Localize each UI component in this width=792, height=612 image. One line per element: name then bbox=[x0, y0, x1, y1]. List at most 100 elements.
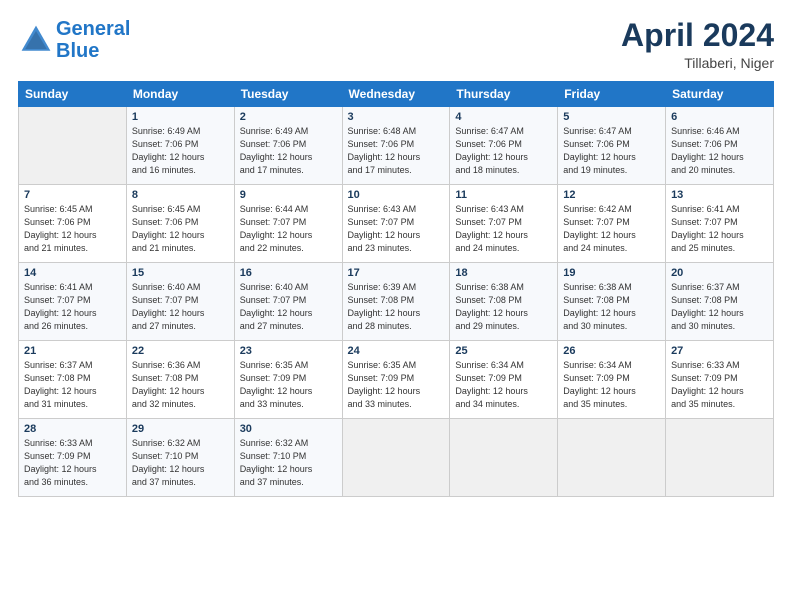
day-cell: 19Sunrise: 6:38 AMSunset: 7:08 PMDayligh… bbox=[558, 263, 666, 341]
day-number: 13 bbox=[671, 189, 768, 201]
day-number: 3 bbox=[348, 111, 445, 123]
logo: GeneralBlue bbox=[18, 18, 130, 62]
day-number: 5 bbox=[563, 111, 660, 123]
logo-text: GeneralBlue bbox=[56, 18, 130, 62]
day-number: 2 bbox=[240, 111, 337, 123]
day-info: Sunrise: 6:43 AMSunset: 7:07 PMDaylight:… bbox=[348, 203, 445, 255]
day-cell: 30 Sunrise: 6:32 AMSunset: 7:10 PMDayligh… bbox=[234, 419, 342, 497]
day-number: 6 bbox=[671, 111, 768, 123]
day-number: 10 bbox=[348, 189, 445, 201]
calendar-table: Sunday Monday Tuesday Wednesday Thursday… bbox=[18, 81, 774, 497]
col-tuesday: Tuesday bbox=[234, 82, 342, 107]
day-cell: 2 Sunrise: 6:49 AMSunset: 7:06 PMDaylight… bbox=[234, 107, 342, 185]
location: Tillaberi, Niger bbox=[621, 55, 774, 71]
day-cell: 3Sunrise: 6:48 AMSunset: 7:06 PMDaylight… bbox=[342, 107, 450, 185]
day-cell: 4Sunrise: 6:47 AMSunset: 7:06 PMDaylight… bbox=[450, 107, 558, 185]
day-number: 27 bbox=[671, 345, 768, 357]
day-cell: 12Sunrise: 6:42 AMSunset: 7:07 PMDayligh… bbox=[558, 185, 666, 263]
title-block: April 2024 Tillaberi, Niger bbox=[621, 18, 774, 71]
day-cell: 15Sunrise: 6:40 AMSunset: 7:07 PMDayligh… bbox=[126, 263, 234, 341]
day-cell: 28 Sunrise: 6:33 AMSunset: 7:09 PMDayligh… bbox=[19, 419, 127, 497]
day-info: Sunrise: 6:49 AMSunset: 7:06 PMDaylight:… bbox=[132, 125, 229, 177]
header-row: Sunday Monday Tuesday Wednesday Thursday… bbox=[19, 82, 774, 107]
day-cell: 6 Sunrise: 6:46 AMSunset: 7:06 PMDaylight… bbox=[666, 107, 774, 185]
day-number: 1 bbox=[132, 111, 229, 123]
day-cell bbox=[450, 419, 558, 497]
logo-icon bbox=[18, 22, 54, 58]
day-cell bbox=[342, 419, 450, 497]
day-number: 22 bbox=[132, 345, 229, 357]
day-cell: 7 Sunrise: 6:45 AMSunset: 7:06 PMDaylight… bbox=[19, 185, 127, 263]
day-info: Sunrise: 6:32 AMSunset: 7:10 PMDaylight:… bbox=[240, 437, 337, 489]
day-cell: 22 Sunrise: 6:36 AMSunset: 7:08 PMDayligh… bbox=[126, 341, 234, 419]
day-info: Sunrise: 6:46 AMSunset: 7:06 PMDaylight:… bbox=[671, 125, 768, 177]
day-number: 18 bbox=[455, 267, 552, 279]
day-info: Sunrise: 6:38 AMSunset: 7:08 PMDaylight:… bbox=[455, 281, 552, 333]
day-cell: 25 Sunrise: 6:34 AMSunset: 7:09 PMDayligh… bbox=[450, 341, 558, 419]
day-number: 15 bbox=[132, 267, 229, 279]
day-number: 23 bbox=[240, 345, 337, 357]
day-number: 12 bbox=[563, 189, 660, 201]
day-cell: 24 Sunrise: 6:35 AMSunset: 7:09 PMDayligh… bbox=[342, 341, 450, 419]
day-number: 30 bbox=[240, 423, 337, 435]
day-number: 16 bbox=[240, 267, 337, 279]
day-cell: 16Sunrise: 6:40 AMSunset: 7:07 PMDayligh… bbox=[234, 263, 342, 341]
day-number: 29 bbox=[132, 423, 229, 435]
week-row: 14 Sunrise: 6:41 AMSunset: 7:07 PMDayligh… bbox=[19, 263, 774, 341]
day-info: Sunrise: 6:43 AMSunset: 7:07 PMDaylight:… bbox=[455, 203, 552, 255]
week-row: 1 Sunrise: 6:49 AMSunset: 7:06 PMDaylight… bbox=[19, 107, 774, 185]
day-number: 4 bbox=[455, 111, 552, 123]
day-cell bbox=[666, 419, 774, 497]
day-cell: 5 Sunrise: 6:47 AMSunset: 7:06 PMDaylight… bbox=[558, 107, 666, 185]
day-number: 28 bbox=[24, 423, 121, 435]
day-info: Sunrise: 6:33 AMSunset: 7:09 PMDaylight:… bbox=[24, 437, 121, 489]
col-friday: Friday bbox=[558, 82, 666, 107]
day-info: Sunrise: 6:45 AMSunset: 7:06 PMDaylight:… bbox=[132, 203, 229, 255]
day-cell: 9Sunrise: 6:44 AMSunset: 7:07 PMDaylight… bbox=[234, 185, 342, 263]
month-title: April 2024 bbox=[621, 18, 774, 53]
day-number: 26 bbox=[563, 345, 660, 357]
day-number: 24 bbox=[348, 345, 445, 357]
header: GeneralBlue April 2024 Tillaberi, Niger bbox=[18, 18, 774, 71]
week-row: 7 Sunrise: 6:45 AMSunset: 7:06 PMDaylight… bbox=[19, 185, 774, 263]
day-info: Sunrise: 6:41 AMSunset: 7:07 PMDaylight:… bbox=[24, 281, 121, 333]
day-info: Sunrise: 6:39 AMSunset: 7:08 PMDaylight:… bbox=[348, 281, 445, 333]
day-info: Sunrise: 6:45 AMSunset: 7:06 PMDaylight:… bbox=[24, 203, 121, 255]
day-cell: 18 Sunrise: 6:38 AMSunset: 7:08 PMDayligh… bbox=[450, 263, 558, 341]
day-number: 11 bbox=[455, 189, 552, 201]
day-info: Sunrise: 6:36 AMSunset: 7:08 PMDaylight:… bbox=[132, 359, 229, 411]
day-number: 17 bbox=[348, 267, 445, 279]
week-row: 28 Sunrise: 6:33 AMSunset: 7:09 PMDayligh… bbox=[19, 419, 774, 497]
day-info: Sunrise: 6:34 AMSunset: 7:09 PMDaylight:… bbox=[455, 359, 552, 411]
col-wednesday: Wednesday bbox=[342, 82, 450, 107]
day-number: 25 bbox=[455, 345, 552, 357]
day-info: Sunrise: 6:49 AMSunset: 7:06 PMDaylight:… bbox=[240, 125, 337, 177]
day-number: 9 bbox=[240, 189, 337, 201]
day-number: 19 bbox=[563, 267, 660, 279]
day-number: 14 bbox=[24, 267, 121, 279]
day-info: Sunrise: 6:35 AMSunset: 7:09 PMDaylight:… bbox=[348, 359, 445, 411]
day-cell: 1 Sunrise: 6:49 AMSunset: 7:06 PMDaylight… bbox=[126, 107, 234, 185]
day-info: Sunrise: 6:33 AMSunset: 7:09 PMDaylight:… bbox=[671, 359, 768, 411]
col-thursday: Thursday bbox=[450, 82, 558, 107]
day-info: Sunrise: 6:34 AMSunset: 7:09 PMDaylight:… bbox=[563, 359, 660, 411]
col-sunday: Sunday bbox=[19, 82, 127, 107]
day-cell bbox=[19, 107, 127, 185]
day-info: Sunrise: 6:32 AMSunset: 7:10 PMDaylight:… bbox=[132, 437, 229, 489]
page: GeneralBlue April 2024 Tillaberi, Niger … bbox=[0, 0, 792, 612]
day-cell bbox=[558, 419, 666, 497]
day-cell: 8 Sunrise: 6:45 AMSunset: 7:06 PMDaylight… bbox=[126, 185, 234, 263]
day-cell: 29 Sunrise: 6:32 AMSunset: 7:10 PMDayligh… bbox=[126, 419, 234, 497]
day-number: 7 bbox=[24, 189, 121, 201]
day-info: Sunrise: 6:41 AMSunset: 7:07 PMDaylight:… bbox=[671, 203, 768, 255]
day-number: 8 bbox=[132, 189, 229, 201]
day-cell: 14 Sunrise: 6:41 AMSunset: 7:07 PMDayligh… bbox=[19, 263, 127, 341]
day-cell: 17 Sunrise: 6:39 AMSunset: 7:08 PMDayligh… bbox=[342, 263, 450, 341]
week-row: 21Sunrise: 6:37 AMSunset: 7:08 PMDayligh… bbox=[19, 341, 774, 419]
day-info: Sunrise: 6:47 AMSunset: 7:06 PMDaylight:… bbox=[563, 125, 660, 177]
day-cell: 10 Sunrise: 6:43 AMSunset: 7:07 PMDayligh… bbox=[342, 185, 450, 263]
day-number: 21 bbox=[24, 345, 121, 357]
day-cell: 21Sunrise: 6:37 AMSunset: 7:08 PMDayligh… bbox=[19, 341, 127, 419]
day-info: Sunrise: 6:37 AMSunset: 7:08 PMDaylight:… bbox=[671, 281, 768, 333]
day-cell: 26 Sunrise: 6:34 AMSunset: 7:09 PMDayligh… bbox=[558, 341, 666, 419]
